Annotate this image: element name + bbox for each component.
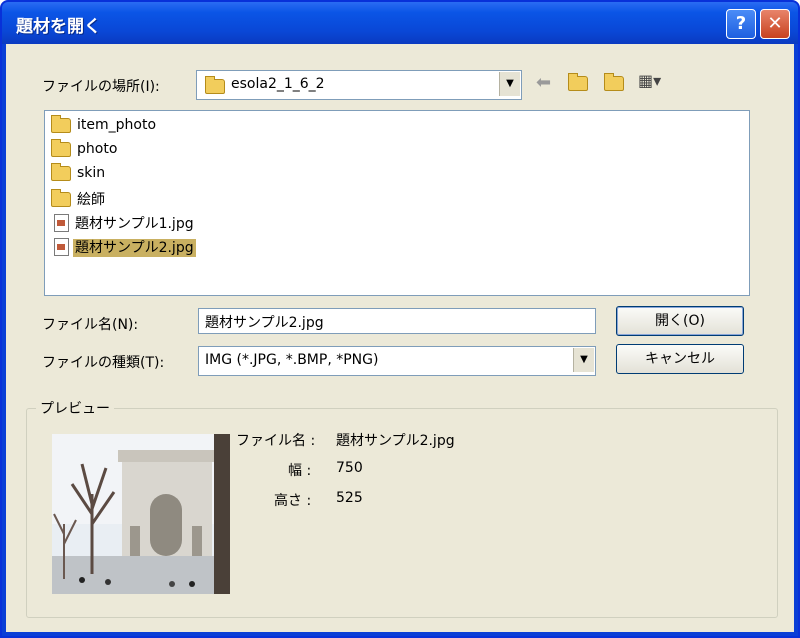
list-item[interactable]: 絵師 — [51, 188, 107, 211]
close-button[interactable]: ✕ — [760, 9, 790, 39]
back-icon[interactable]: ⬅ — [536, 72, 551, 93]
location-value: esola2_1_6_2 — [231, 76, 325, 92]
up-folder-icon[interactable] — [568, 73, 588, 91]
folder-icon — [51, 138, 71, 157]
folder-icon — [51, 114, 71, 133]
image-file-icon — [54, 238, 69, 256]
preview-group-title: プレビュー — [36, 398, 114, 418]
preview-name-value: 題材サンプル2.jpg — [336, 433, 455, 449]
folder-icon — [51, 162, 71, 181]
location-label: ファイルの場所(I): — [42, 79, 160, 95]
filetype-value: IMG (*.JPG, *.BMP, *PNG) — [205, 352, 379, 368]
window-title: 題材を開く — [16, 17, 101, 37]
preview-image — [52, 434, 230, 594]
filetype-combo[interactable]: IMG (*.JPG, *.BMP, *PNG) ▼ — [198, 346, 596, 376]
preview-width-label: 幅 : — [288, 463, 312, 479]
title-bar[interactable]: 題材を開く ? ✕ — [2, 2, 798, 44]
open-dialog-window: 題材を開く ? ✕ ファイルの場所(I): esola2_1_6_2 ▼ ⬅ ▦… — [0, 0, 800, 638]
file-list[interactable]: item_photo photo skin 絵師 題材サンプル1.jpg 題材サ… — [44, 110, 750, 296]
preview-name-label: ファイル名 : — [236, 433, 316, 449]
list-item[interactable]: 題材サンプル1.jpg — [51, 213, 196, 235]
preview-height-value: 525 — [336, 490, 363, 506]
filetype-label: ファイルの種類(T): — [42, 355, 165, 371]
list-item[interactable]: photo — [51, 138, 119, 163]
view-menu-icon[interactable]: ▦▾ — [638, 71, 661, 90]
new-folder-icon[interactable] — [604, 73, 624, 91]
preview-height-label: 高さ : — [274, 493, 312, 509]
open-button[interactable]: 開く(O) — [616, 306, 744, 336]
chevron-down-icon[interactable]: ▼ — [573, 348, 594, 372]
folder-icon — [205, 76, 225, 94]
list-item-selected[interactable]: 題材サンプル2.jpg — [51, 237, 196, 259]
location-combo[interactable]: esola2_1_6_2 ▼ — [196, 70, 522, 100]
list-item[interactable]: item_photo — [51, 114, 158, 139]
chevron-down-icon[interactable]: ▼ — [499, 72, 520, 96]
preview-width-value: 750 — [336, 460, 363, 476]
cancel-button[interactable]: キャンセル — [616, 344, 744, 374]
image-file-icon — [54, 214, 69, 232]
help-button[interactable]: ? — [726, 9, 756, 39]
list-item[interactable]: skin — [51, 162, 107, 187]
folder-icon — [51, 188, 71, 207]
filename-value: 題材サンプル2.jpg — [205, 315, 324, 331]
filename-label: ファイル名(N): — [42, 317, 139, 333]
filename-input[interactable]: 題材サンプル2.jpg — [198, 308, 596, 334]
dialog-client-area: ファイルの場所(I): esola2_1_6_2 ▼ ⬅ ▦▾ item_pho… — [6, 44, 794, 632]
